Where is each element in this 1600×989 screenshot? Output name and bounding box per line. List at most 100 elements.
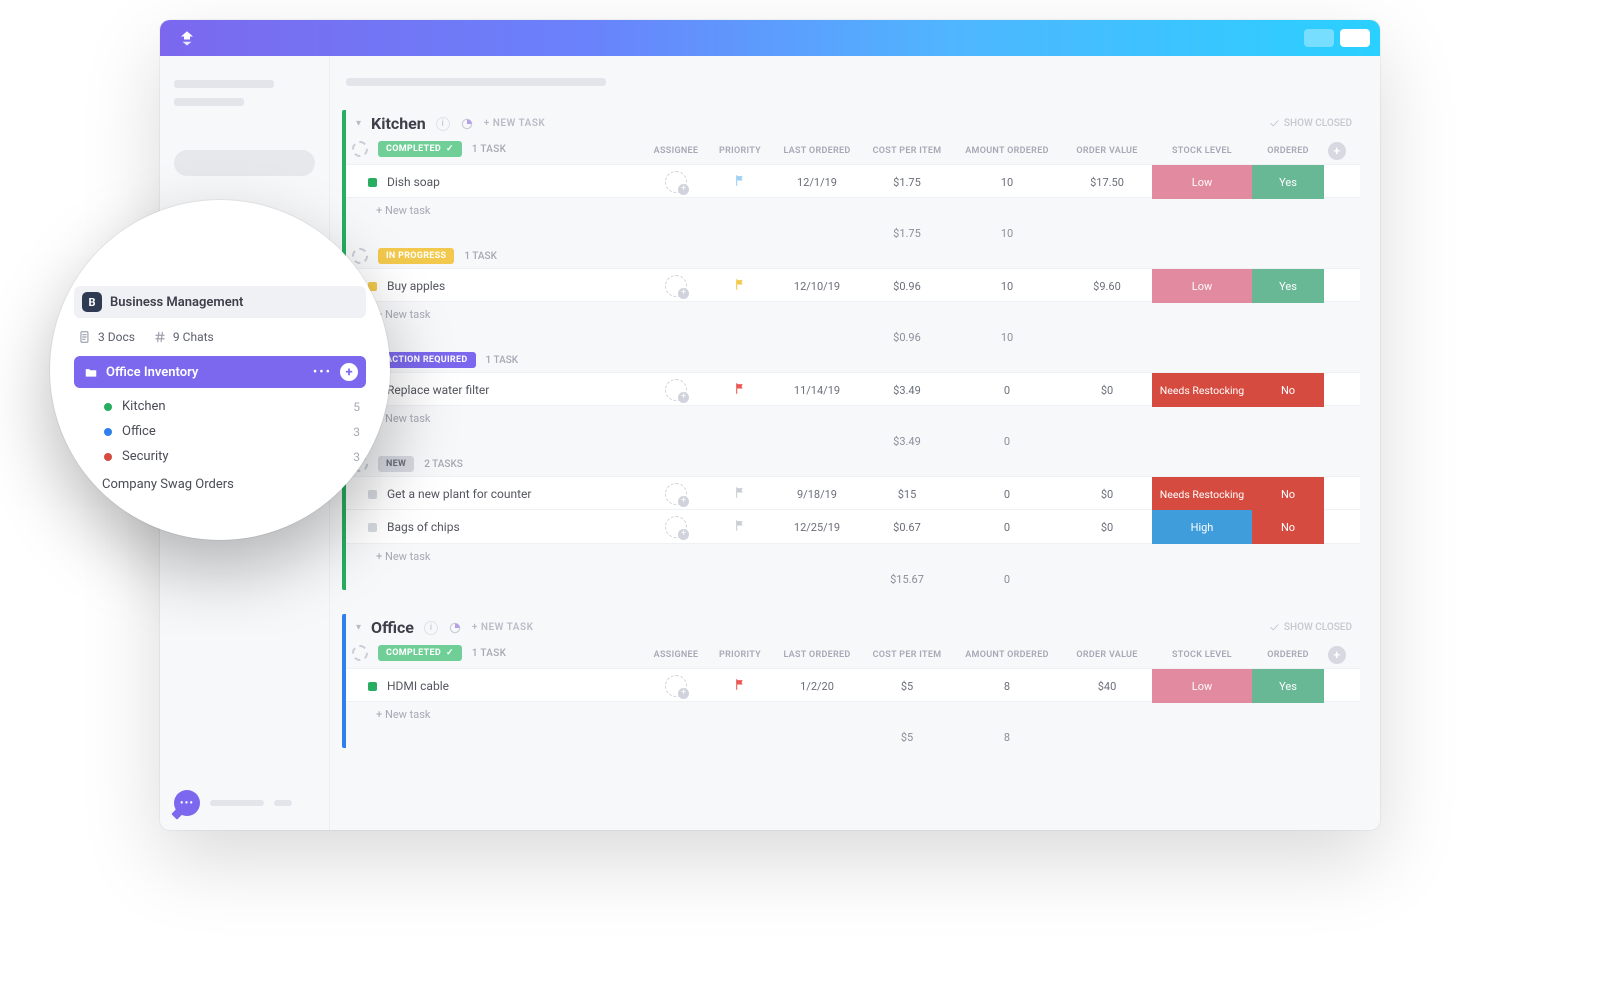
- stock-level-cell[interactable]: Low: [1152, 669, 1252, 703]
- status-band: ACTION REQUIRED 1 TASK: [346, 348, 1360, 372]
- new-task-row[interactable]: + New task: [346, 544, 1360, 569]
- ordered-cell[interactable]: No: [1252, 510, 1324, 544]
- column-header: AMOUNT ORDERED: [952, 146, 1062, 156]
- status-dot: [368, 178, 377, 187]
- ordered-cell[interactable]: No: [1252, 477, 1324, 511]
- collapse-icon[interactable]: ▾: [356, 622, 361, 633]
- progress-icon[interactable]: [460, 117, 474, 131]
- amount-cell: 0: [952, 384, 1062, 397]
- task-row[interactable]: Buy apples 12/10/19 $0.96 10 $9.60 Low Y…: [346, 268, 1360, 302]
- sidebar-item-office[interactable]: Office 3: [74, 419, 366, 444]
- flag-icon: [734, 174, 747, 187]
- ordered-cell[interactable]: Yes: [1252, 269, 1324, 303]
- status-tag[interactable]: COMPLETED ✓: [378, 645, 462, 661]
- task-row[interactable]: Replace water filter 11/14/19 $3.49 0 $0…: [346, 372, 1360, 406]
- stock-level-cell[interactable]: Low: [1152, 269, 1252, 303]
- folder-label: Company Swag Orders: [102, 477, 234, 492]
- show-closed-toggle[interactable]: SHOW CLOSED: [1269, 622, 1360, 633]
- column-header: PRIORITY: [708, 650, 772, 660]
- task-name: Get a new plant for counter: [387, 487, 531, 501]
- column-header: COST PER ITEM: [862, 650, 952, 660]
- priority-cell[interactable]: [708, 382, 772, 399]
- column-header: COST PER ITEM: [862, 146, 952, 156]
- new-task-row[interactable]: + New task: [346, 302, 1360, 327]
- last-ordered-cell: 12/1/19: [772, 176, 862, 189]
- new-task-row[interactable]: + New task: [346, 406, 1360, 431]
- stock-level-cell[interactable]: Needs Restocking: [1152, 373, 1252, 407]
- list-color-dot: [104, 453, 112, 461]
- info-icon[interactable]: i: [424, 621, 438, 635]
- assignee-add[interactable]: [665, 483, 687, 505]
- check-icon: [1269, 622, 1280, 633]
- status-tag[interactable]: IN PROGRESS: [378, 248, 454, 264]
- chat-icon[interactable]: •••: [174, 790, 200, 816]
- placeholder: [210, 800, 264, 806]
- status-tag[interactable]: ACTION REQUIRED: [378, 352, 476, 368]
- stock-level-cell[interactable]: Needs Restocking: [1152, 477, 1252, 511]
- status-ring-icon[interactable]: [352, 645, 368, 661]
- task-row[interactable]: Bags of chips 12/25/19 $0.67 0 $0 High N…: [346, 510, 1360, 544]
- assignee-add[interactable]: [665, 675, 687, 697]
- assignee-add[interactable]: [665, 379, 687, 401]
- column-header: STOCK LEVEL: [1152, 650, 1252, 660]
- stock-level-cell[interactable]: Low: [1152, 165, 1252, 199]
- new-task-link[interactable]: + NEW TASK: [484, 118, 546, 129]
- task-name: Dish soap: [387, 175, 440, 189]
- more-icon[interactable]: •••: [313, 365, 332, 380]
- assignee-add[interactable]: [665, 275, 687, 297]
- titlebar-button-2[interactable]: [1340, 29, 1370, 47]
- task-row[interactable]: Dish soap 12/1/19 $1.75 10 $17.50 Low Ye…: [346, 164, 1360, 198]
- doc-icon: [78, 330, 92, 344]
- priority-cell[interactable]: [708, 278, 772, 295]
- flag-icon: [734, 278, 747, 291]
- titlebar: [160, 20, 1380, 56]
- show-closed-toggle[interactable]: SHOW CLOSED: [1269, 118, 1360, 129]
- status-ring-icon[interactable]: [352, 141, 368, 157]
- priority-cell[interactable]: [708, 174, 772, 191]
- priority-cell[interactable]: [708, 678, 772, 695]
- new-task-row[interactable]: + New task: [346, 198, 1360, 223]
- amount-cell: 0: [952, 521, 1062, 534]
- subtotal-amount: 0: [952, 435, 1062, 448]
- amount-cell: 0: [952, 488, 1062, 501]
- search-input-placeholder[interactable]: [174, 150, 315, 176]
- status-tag[interactable]: COMPLETED ✓: [378, 141, 462, 157]
- status-ring-icon[interactable]: [352, 248, 368, 264]
- sidebar-folder[interactable]: Company Swag Orders: [74, 469, 366, 492]
- flag-icon: [734, 486, 747, 499]
- docs-link[interactable]: 3 Docs: [78, 330, 135, 344]
- progress-icon[interactable]: [448, 621, 462, 635]
- ordered-cell[interactable]: Yes: [1252, 165, 1324, 199]
- add-column-button[interactable]: +: [1328, 142, 1346, 160]
- add-list-button[interactable]: +: [340, 363, 358, 381]
- last-ordered-cell: 1/2/20: [772, 680, 862, 693]
- space-chip[interactable]: B Business Management: [74, 286, 366, 318]
- task-row[interactable]: Get a new plant for counter 9/18/19 $15 …: [346, 476, 1360, 510]
- sidebar-folder-active[interactable]: Office Inventory ••• +: [74, 356, 366, 388]
- ordered-cell[interactable]: No: [1252, 373, 1324, 407]
- ordered-cell[interactable]: Yes: [1252, 669, 1324, 703]
- collapse-icon[interactable]: ▾: [356, 118, 361, 129]
- column-header: ORDERED: [1252, 146, 1324, 156]
- status-count: 1 TASK: [486, 355, 519, 366]
- stock-level-cell[interactable]: High: [1152, 510, 1252, 544]
- assignee-add[interactable]: [665, 171, 687, 193]
- cost-cell: $1.75: [862, 176, 952, 189]
- sidebar-item-label: Kitchen: [122, 399, 166, 414]
- priority-cell[interactable]: [708, 486, 772, 503]
- sidebar-item-security[interactable]: Security 3: [74, 444, 366, 469]
- priority-cell[interactable]: [708, 519, 772, 536]
- titlebar-button-1[interactable]: [1304, 29, 1334, 47]
- titlebar-actions: [1304, 29, 1370, 47]
- assignee-add[interactable]: [665, 516, 687, 538]
- task-name: Buy apples: [387, 279, 445, 293]
- add-column-button[interactable]: +: [1328, 646, 1346, 664]
- status-band: COMPLETED ✓ 1 TASK: [346, 141, 644, 160]
- status-tag[interactable]: NEW: [378, 456, 414, 472]
- chats-link[interactable]: 9 Chats: [153, 330, 214, 344]
- info-icon[interactable]: i: [436, 117, 450, 131]
- sidebar-item-kitchen[interactable]: Kitchen 5: [74, 394, 366, 419]
- new-task-row[interactable]: + New task: [346, 702, 1360, 727]
- new-task-link[interactable]: + NEW TASK: [472, 622, 534, 633]
- task-row[interactable]: HDMI cable 1/2/20 $5 8 $40 Low Yes: [346, 668, 1360, 702]
